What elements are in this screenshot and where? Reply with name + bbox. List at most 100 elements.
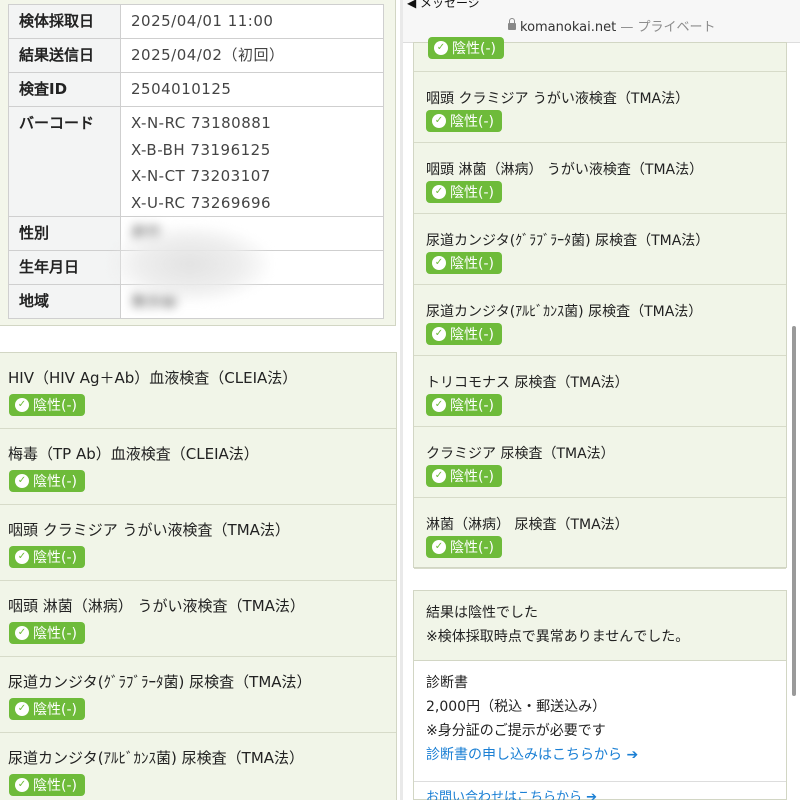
check-circle-icon: ✓ xyxy=(434,41,448,55)
list-item: 尿道カンジタ(ｱﾙﾋﾞｶﾝｽ菌) 尿検査（TMA法） ✓ 陰性(-) xyxy=(0,733,396,800)
negative-badge: ✓ 陰性(-) xyxy=(426,252,502,274)
negative-badge: ✓ 陰性(-) xyxy=(9,546,85,568)
info-row-sex: 性別 男性 xyxy=(8,216,384,251)
negative-badge: ✓ 陰性(-) xyxy=(9,394,85,416)
summary-header: 結果は陰性でした ※検体採取時点で異常ありませんでした。 xyxy=(414,591,786,661)
domain-text: komanokai.net xyxy=(520,20,617,35)
test-name: HIV（HIV Ag＋Ab）血液検査（CLEIA法） xyxy=(8,369,298,387)
certificate-link-text[interactable]: 診断書の申し込みはこちらから xyxy=(426,747,622,763)
info-value-redacted xyxy=(120,250,384,285)
test-name: 咽頭 クラミジア うがい液検査（TMA法） xyxy=(8,521,290,539)
test-name: 尿道カンジタ(ｱﾙﾋﾞｶﾝｽ菌) 尿検査（TMA法） xyxy=(426,304,703,320)
check-circle-icon: ✓ xyxy=(432,540,446,554)
left-pane: 検体採取日 2025/04/01 11:00 結果送信日 2025/04/02（… xyxy=(0,0,400,800)
info-value-redacted: 東京都 xyxy=(120,284,384,319)
info-label: 性別 xyxy=(8,216,121,251)
result-summary-card: 結果は陰性でした ※検体採取時点で異常ありませんでした。 診断書 2,000円（… xyxy=(413,590,787,800)
test-name: 咽頭 淋菌（淋病） うがい液検査（TMA法） xyxy=(426,162,704,178)
negative-badge: ✓ 陰性(-) xyxy=(426,110,502,132)
summary-note: ※検体採取時点で異常ありませんでした。 xyxy=(426,629,690,645)
list-item: トリコモナス 尿検査（TMA法） ✓ 陰性(-) xyxy=(414,356,786,427)
info-row-birthdate: 生年月日 xyxy=(8,250,384,285)
arrow-right-icon[interactable]: ➔ xyxy=(586,790,597,800)
check-circle-icon: ✓ xyxy=(15,474,29,488)
test-name: トリコモナス 尿検査（TMA法） xyxy=(426,375,629,391)
check-circle-icon: ✓ xyxy=(15,550,29,564)
list-item: 尿道カンジタ(ｸﾞﾗﾌﾞﾗｰﾀ菌) 尿検査（TMA法） ✓ 陰性(-) xyxy=(0,657,396,733)
negative-badge: ✓ 陰性(-) xyxy=(426,465,502,487)
right-results-list: ✓ 陰性(-) 咽頭 クラミジア うがい液検査（TMA法） ✓ 陰性(-) 咽頭 淋… xyxy=(413,37,787,569)
summary-result-text: 結果は陰性でした xyxy=(426,605,538,621)
url-display[interactable]: komanokai.net — プライベート xyxy=(508,16,715,35)
info-value-redacted: 男性 xyxy=(120,216,384,251)
left-results-list: HIV（HIV Ag＋Ab）血液検査（CLEIA法） ✓ 陰性(-) 梅毒（TP … xyxy=(0,352,397,800)
private-mode-label: — プライベート xyxy=(620,20,716,35)
info-label: 生年月日 xyxy=(8,250,121,285)
info-row-barcode: バーコード X-N-RC 73180881 X-B-BH 73196125 X-… xyxy=(8,106,384,217)
check-circle-icon: ✓ xyxy=(432,327,446,341)
test-name: 尿道カンジタ(ｸﾞﾗﾌﾞﾗｰﾀ菌) 尿検査（TMA法） xyxy=(8,673,312,691)
list-item: HIV（HIV Ag＋Ab）血液検査（CLEIA法） ✓ 陰性(-) xyxy=(0,353,396,429)
check-circle-icon: ✓ xyxy=(432,185,446,199)
test-name: 梅毒（TP Ab）血液検査（CLEIA法） xyxy=(8,445,259,463)
back-to-messages-button[interactable]: ◀ メッセージ xyxy=(407,0,480,11)
info-label: 地域 xyxy=(8,284,121,319)
check-circle-icon: ✓ xyxy=(432,114,446,128)
list-item: 咽頭 クラミジア うがい液検査（TMA法） ✓ 陰性(-) xyxy=(414,72,786,143)
negative-badge: ✓ 陰性(-) xyxy=(426,181,502,203)
test-name: 咽頭 クラミジア うがい液検査（TMA法） xyxy=(426,91,690,107)
list-item: 咽頭 クラミジア うがい液検査（TMA法） ✓ 陰性(-) xyxy=(0,505,396,581)
barcode-value: X-N-CT 73203107 xyxy=(131,167,271,185)
arrow-right-icon[interactable]: ➔ xyxy=(626,747,638,763)
check-circle-icon: ✓ xyxy=(15,398,29,412)
check-circle-icon: ✓ xyxy=(15,626,29,640)
info-row-region: 地域 東京都 xyxy=(8,284,384,319)
barcode-values: X-N-RC 73180881 X-B-BH 73196125 X-N-CT 7… xyxy=(120,106,384,217)
list-item: 尿道カンジタ(ｸﾞﾗﾌﾞﾗｰﾀ菌) 尿検査（TMA法） ✓ 陰性(-) xyxy=(414,214,786,285)
barcode-value: X-B-BH 73196125 xyxy=(131,140,271,159)
test-name: 尿道カンジタ(ｸﾞﾗﾌﾞﾗｰﾀ菌) 尿検査（TMA法） xyxy=(426,233,710,249)
list-item: クラミジア 尿検査（TMA法） ✓ 陰性(-) xyxy=(414,427,786,498)
list-item: 梅毒（TP Ab）血液検査（CLEIA法） ✓ 陰性(-) xyxy=(0,429,396,505)
lock-icon xyxy=(508,18,516,30)
info-label: 検体採取日 xyxy=(8,4,121,39)
list-item: 淋菌（淋病） 尿検査（TMA法） ✓ 陰性(-) xyxy=(414,498,786,569)
barcode-value: X-U-RC 73269696 xyxy=(131,193,272,212)
list-item: 尿道カンジタ(ｱﾙﾋﾞｶﾝｽ菌) 尿検査（TMA法） ✓ 陰性(-) xyxy=(414,285,786,356)
list-item: 咽頭 淋菌（淋病） うがい液検査（TMA法） ✓ 陰性(-) xyxy=(0,581,396,657)
negative-badge: ✓ 陰性(-) xyxy=(426,536,502,558)
negative-badge: ✓ 陰性(-) xyxy=(9,698,85,720)
list-item: 咽頭 淋菌（淋病） うがい液検査（TMA法） ✓ 陰性(-) xyxy=(414,143,786,214)
info-label: 結果送信日 xyxy=(8,38,121,73)
info-label: バーコード xyxy=(8,106,121,217)
info-label: 検査ID xyxy=(8,72,121,107)
negative-badge: ✓ 陰性(-) xyxy=(426,323,502,345)
info-value: 2025/04/02（初回） xyxy=(120,38,384,73)
test-name: 咽頭 淋菌（淋病） うがい液検査（TMA法） xyxy=(8,597,305,615)
certificate-price: 2,000円（税込・郵送込み） xyxy=(426,699,607,715)
info-row-collection-date: 検体採取日 2025/04/01 11:00 xyxy=(8,4,384,39)
test-name: 尿道カンジタ(ｱﾙﾋﾞｶﾝｽ菌) 尿検査（TMA法） xyxy=(8,749,305,767)
specimen-info-card: 検体採取日 2025/04/01 11:00 結果送信日 2025/04/02（… xyxy=(0,0,396,326)
certificate-link[interactable]: 診断書の申し込みはこちらから ➔ xyxy=(426,743,774,767)
info-row-sent-date: 結果送信日 2025/04/02（初回） xyxy=(8,38,384,73)
barcode-value: X-N-RC 73180881 xyxy=(131,114,272,132)
negative-badge: ✓ 陰性(-) xyxy=(9,774,85,796)
info-value: 2504010125 xyxy=(120,72,384,107)
check-circle-icon: ✓ xyxy=(15,778,29,792)
check-circle-icon: ✓ xyxy=(15,702,29,716)
list-item-partial: ✓ 陰性(-) xyxy=(414,37,786,72)
certificate-note: ※身分証のご提示が必要です xyxy=(426,723,606,739)
info-value: 2025/04/01 11:00 xyxy=(120,4,384,39)
check-circle-icon: ✓ xyxy=(432,469,446,483)
right-pane: ◀ メッセージ komanokai.net — プライベート ✓ 陰性(-) 咽頭… xyxy=(403,0,800,800)
negative-badge: ✓ 陰性(-) xyxy=(426,394,502,416)
info-row-test-id: 検査ID 2504010125 xyxy=(8,72,384,107)
check-circle-icon: ✓ xyxy=(432,398,446,412)
certificate-title: 診断書 xyxy=(426,675,468,691)
negative-badge: ✓ 陰性(-) xyxy=(9,470,85,492)
certificate-section: 診断書 2,000円（税込・郵送込み） ※身分証のご提示が必要です 診断書の申し… xyxy=(414,661,786,777)
contact-link[interactable]: お問い合わせはこちらから ➔ xyxy=(414,781,786,800)
scrollbar[interactable] xyxy=(792,326,796,696)
negative-badge: ✓ 陰性(-) xyxy=(428,37,504,59)
